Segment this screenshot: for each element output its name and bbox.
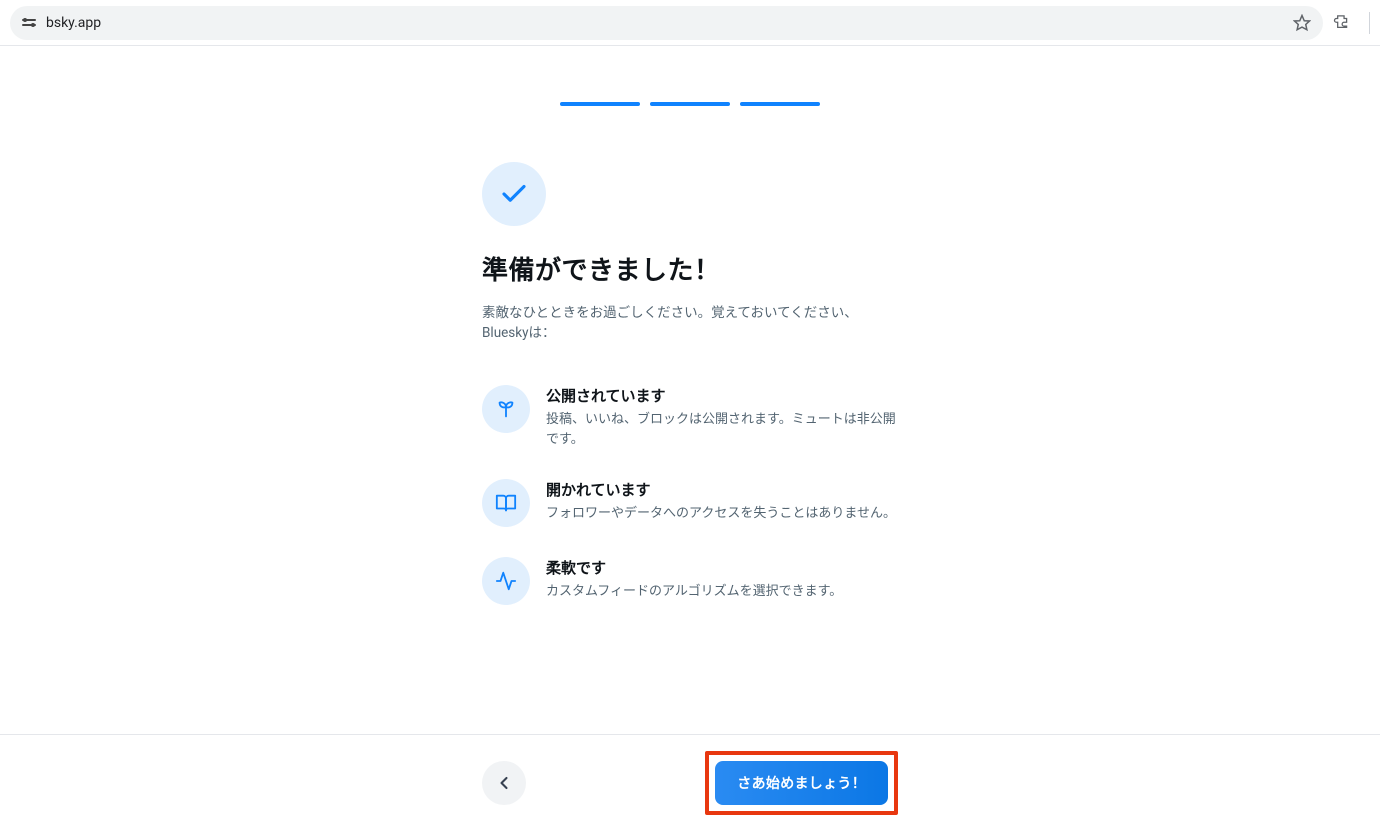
feature-desc: フォロワーやデータへのアクセスを失うことはありません。 (546, 504, 898, 524)
onboarding-page: 準備ができました！ 素敵なひとときをお過ごしください。覚えておいてください、Bl… (0, 46, 1380, 830)
page-title: 準備ができました！ (482, 250, 898, 287)
feature-title: 公開されています (546, 385, 898, 406)
page-subtitle: 素敵なひとときをお過ごしください。覚えておいてください、Blueskyは： (482, 301, 898, 341)
feature-desc: 投稿、いいね、ブロックは公開されます。ミュートは非公開です。 (546, 410, 898, 449)
sprout-icon (482, 385, 530, 433)
check-icon (499, 179, 529, 209)
url-text: bsky.app (46, 15, 101, 31)
bookmark-star-icon[interactable] (1293, 14, 1311, 32)
feature-item: 柔軟です カスタムフィードのアルゴリズムを選択できます。 (482, 557, 898, 605)
progress-segment (560, 102, 640, 106)
feature-title: 柔軟です (546, 557, 898, 578)
activity-icon (482, 557, 530, 605)
footer-bar: さあ始めましょう！ (0, 734, 1380, 830)
toolbar-divider (1369, 12, 1370, 34)
progress-segment (740, 102, 820, 106)
progress-indicator (0, 46, 1380, 106)
start-button[interactable]: さあ始めましょう！ (715, 761, 888, 805)
highlighted-action: さあ始めましょう！ (705, 751, 898, 815)
feature-title: 開かれています (546, 479, 898, 500)
site-settings-icon[interactable] (22, 19, 36, 26)
address-bar[interactable]: bsky.app (10, 6, 1323, 40)
browser-toolbar: bsky.app (0, 0, 1380, 46)
extensions-icon[interactable] (1333, 14, 1351, 32)
progress-segment (650, 102, 730, 106)
check-badge (482, 162, 546, 226)
main-content: 準備ができました！ 素敵なひとときをお過ごしください。覚えておいてください、Bl… (482, 162, 898, 605)
chevron-left-icon (494, 773, 514, 793)
feature-desc: カスタムフィードのアルゴリズムを選択できます。 (546, 582, 898, 602)
feature-item: 公開されています 投稿、いいね、ブロックは公開されます。ミュートは非公開です。 (482, 385, 898, 449)
book-open-icon (482, 479, 530, 527)
feature-item: 開かれています フォロワーやデータへのアクセスを失うことはありません。 (482, 479, 898, 527)
back-button[interactable] (482, 761, 526, 805)
